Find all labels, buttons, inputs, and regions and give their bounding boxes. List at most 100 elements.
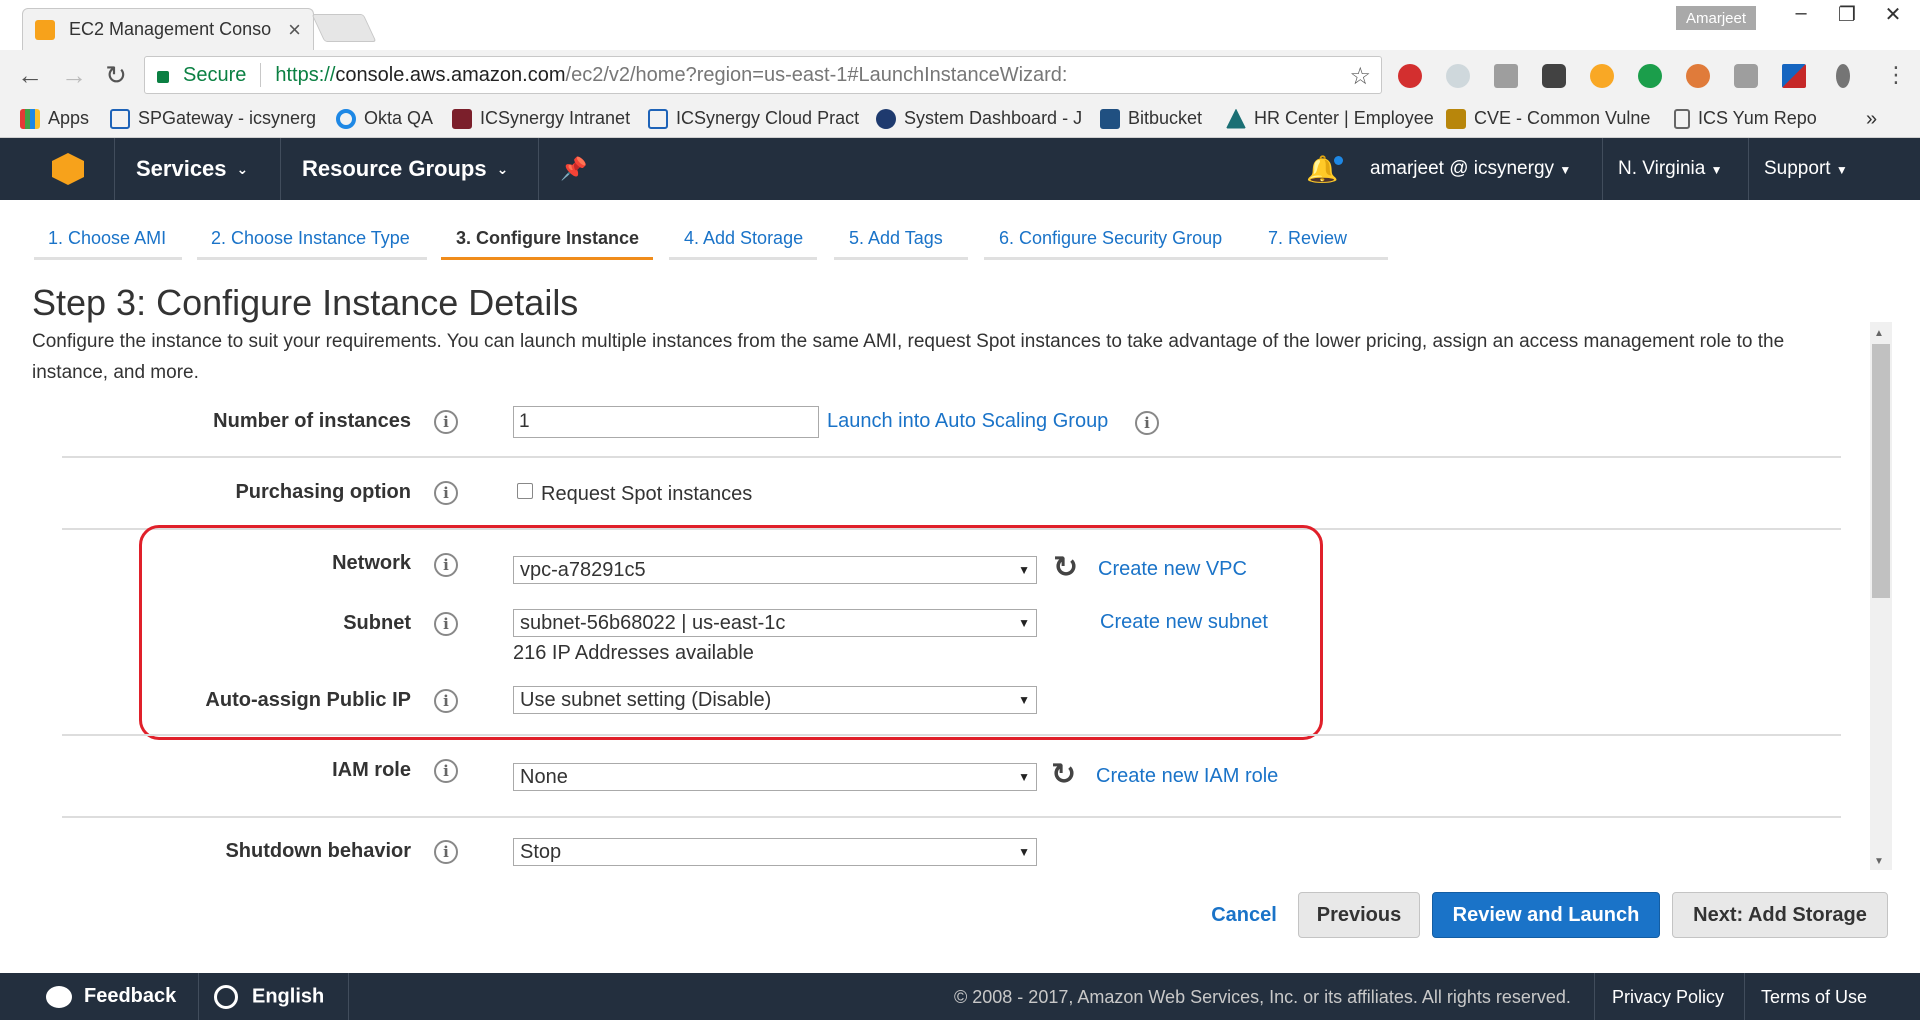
purchasing-option-label: Purchasing option xyxy=(235,481,411,503)
divider xyxy=(1594,973,1595,1020)
auto-scaling-link[interactable]: Launch into Auto Scaling Group xyxy=(827,410,1108,433)
refresh-icon[interactable]: ↻ xyxy=(1051,757,1076,792)
tab-underline xyxy=(1252,257,1388,260)
url-host: console.aws.amazon.com xyxy=(335,63,566,86)
tab-choose-instance-type[interactable]: 2. Choose Instance Type xyxy=(211,228,410,249)
info-icon[interactable]: i xyxy=(434,410,458,434)
bookmark-yum[interactable]: ICS Yum Repo xyxy=(1674,108,1817,129)
new-tab-button[interactable] xyxy=(311,14,377,42)
cancel-button[interactable]: Cancel xyxy=(1200,892,1288,938)
jira-icon xyxy=(876,108,896,129)
account-label: amarjeet @ icsynergy xyxy=(1370,158,1555,179)
services-label: Services xyxy=(136,156,227,181)
support-menu[interactable]: Support ▼ xyxy=(1764,158,1848,180)
divider xyxy=(280,138,281,200)
info-icon[interactable]: i xyxy=(1135,411,1159,435)
shutdown-behavior-select[interactable]: Stop ▼ xyxy=(513,838,1037,866)
address-bar[interactable]: Secure https://console.aws.amazon.com/ec… xyxy=(144,56,1382,94)
profile-button[interactable]: Amarjeet xyxy=(1676,6,1756,30)
bookmark-intranet[interactable]: ICSynergy Intranet xyxy=(452,108,630,129)
caret-down-icon: ▼ xyxy=(1710,163,1723,177)
bookmarks-overflow-icon[interactable]: » xyxy=(1866,108,1877,131)
chevron-down-icon: ⌄ xyxy=(236,161,249,177)
info-icon[interactable]: i xyxy=(434,759,458,783)
caret-down-icon: ▼ xyxy=(1559,163,1572,177)
hangouts-extension-icon[interactable] xyxy=(1638,64,1662,88)
maximize-button[interactable]: ❐ xyxy=(1824,2,1870,27)
previous-button[interactable]: Previous xyxy=(1298,892,1420,938)
tab-review[interactable]: 7. Review xyxy=(1268,228,1347,249)
divider xyxy=(1602,138,1603,200)
bookmark-bitbucket[interactable]: Bitbucket xyxy=(1100,108,1202,129)
services-menu[interactable]: Services ⌄ xyxy=(136,156,248,182)
star-extension-icon[interactable] xyxy=(1590,64,1614,88)
tab-add-tags[interactable]: 5. Add Tags xyxy=(849,228,943,249)
bookmark-label: ICSynergy Intranet xyxy=(480,108,631,128)
spot-instances-label: Request Spot instances xyxy=(541,483,753,505)
terms-of-use-link[interactable]: Terms of Use xyxy=(1761,987,1867,1008)
page-title: Step 3: Configure Instance Details xyxy=(32,282,579,323)
close-window-button[interactable]: ✕ xyxy=(1870,2,1916,27)
tab-close-icon[interactable]: × xyxy=(288,17,301,43)
iam-role-select[interactable]: None ▼ xyxy=(513,763,1037,791)
tab-choose-ami[interactable]: 1. Choose AMI xyxy=(48,228,166,249)
bookmark-apps[interactable]: Apps xyxy=(20,108,89,129)
tab-underline-active xyxy=(441,257,653,260)
review-and-launch-button[interactable]: Review and Launch xyxy=(1432,892,1660,938)
g-extension-icon[interactable] xyxy=(1494,64,1518,88)
back-icon[interactable]: ← xyxy=(12,60,48,91)
privacy-policy-link[interactable]: Privacy Policy xyxy=(1612,987,1724,1008)
scroll-up-icon[interactable]: ▲ xyxy=(1874,328,1884,339)
bookmark-cve[interactable]: CVE - Common Vulne xyxy=(1446,108,1650,129)
bookmark-label: ICSynergy Cloud Pract xyxy=(676,108,860,128)
aws-logo-icon[interactable] xyxy=(52,153,84,185)
bookmark-okta[interactable]: Okta QA xyxy=(336,108,433,129)
browser-tab[interactable]: EC2 Management Conso × xyxy=(22,8,314,50)
scroll-down-icon[interactable]: ▼ xyxy=(1874,856,1884,867)
hr-icon xyxy=(1226,108,1246,129)
microphone-extension-icon[interactable] xyxy=(1836,64,1850,88)
tab-configure-security-group[interactable]: 6. Configure Security Group xyxy=(999,228,1222,249)
info-icon[interactable]: i xyxy=(434,481,458,505)
region-menu[interactable]: N. Virginia ▼ xyxy=(1618,158,1722,180)
menu-kebab-icon[interactable]: ⋮ xyxy=(1878,62,1914,88)
create-iam-role-link[interactable]: Create new IAM role xyxy=(1096,765,1278,788)
tab-add-storage[interactable]: 4. Add Storage xyxy=(684,228,803,249)
bookmark-star-icon[interactable]: ☆ xyxy=(1349,62,1371,91)
adblock-extension-icon[interactable] xyxy=(1398,64,1422,88)
highlight-annotation xyxy=(139,525,1323,740)
spot-instances-checkbox[interactable] xyxy=(517,483,533,499)
bookmark-label: ICS Yum Repo xyxy=(1698,108,1817,128)
divider xyxy=(260,63,262,87)
num-instances-input[interactable] xyxy=(513,406,819,438)
language-selector[interactable]: English xyxy=(214,985,324,1009)
lightbulb-extension-icon[interactable] xyxy=(1542,64,1566,88)
reload-icon[interactable]: ↻ xyxy=(98,60,134,91)
support-label: Support xyxy=(1764,158,1831,179)
bookmark-hr[interactable]: HR Center | Employee xyxy=(1226,108,1434,129)
gray-extension-icon[interactable] xyxy=(1734,64,1758,88)
pin-icon[interactable]: 📌 xyxy=(560,156,587,182)
bookmark-cloud[interactable]: ICSynergy Cloud Pract xyxy=(648,108,859,129)
bookmark-spgateway[interactable]: SPGateway - icsynerg xyxy=(110,108,316,129)
bookmark-label: Okta QA xyxy=(364,108,434,128)
browser-toolbar: ← → ↻ Secure https://console.aws.amazon.… xyxy=(0,50,1920,100)
next-add-storage-button[interactable]: Next: Add Storage xyxy=(1672,892,1888,938)
account-menu[interactable]: amarjeet @ icsynergy ▼ xyxy=(1370,158,1571,180)
flag-extension-icon[interactable] xyxy=(1782,64,1806,88)
feedback-link[interactable]: Feedback xyxy=(46,985,176,1008)
bookmark-label: SPGateway - icsynerg xyxy=(138,108,317,128)
minimize-button[interactable]: – xyxy=(1778,2,1824,25)
resource-groups-menu[interactable]: Resource Groups ⌄ xyxy=(302,156,508,182)
snowflake-extension-icon[interactable] xyxy=(1446,64,1470,88)
lock-icon xyxy=(157,71,169,83)
bookmark-jira[interactable]: System Dashboard - J xyxy=(876,108,1082,129)
bookmark-label: HR Center | Employee xyxy=(1254,108,1434,128)
tab-configure-instance[interactable]: 3. Configure Instance xyxy=(456,228,639,249)
window-icon xyxy=(110,108,130,129)
scrollbar-thumb[interactable] xyxy=(1872,344,1890,598)
forward-icon[interactable]: → xyxy=(56,60,92,91)
bookmarks-bar: Apps SPGateway - icsynerg Okta QA ICSyne… xyxy=(0,100,1920,138)
owl-extension-icon[interactable] xyxy=(1686,64,1710,88)
info-icon[interactable]: i xyxy=(434,840,458,864)
